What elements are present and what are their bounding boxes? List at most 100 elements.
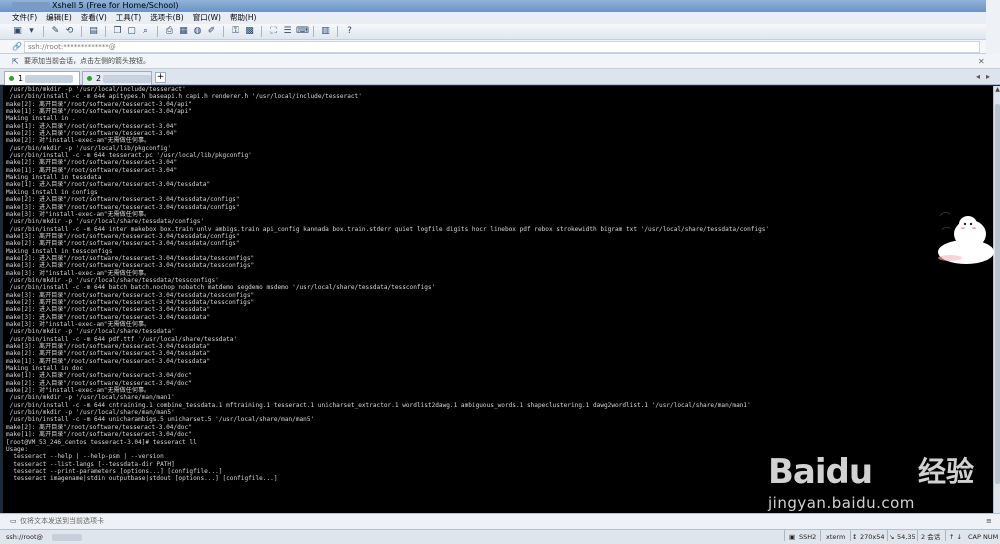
terminal-line: /usr/bin/mkdir -p '/usr/local/share/tess… xyxy=(6,218,205,226)
terminal-line: /usr/bin/mkdir -p '/usr/local/include/te… xyxy=(6,86,186,93)
layout-icon[interactable]: ▥ xyxy=(320,26,331,37)
status-connection: ssh://root@ xyxy=(6,533,43,541)
terminal-line: make[3]: 离开目录"/root/software/tesseract-3… xyxy=(6,291,255,299)
toolbar-divider xyxy=(105,26,106,37)
terminal-line: make[3]: 对"install-exec-am"无需做任何事。 xyxy=(6,269,151,277)
terminal-line: make[1]: 离开目录"/root/software/tesseract-3… xyxy=(6,357,211,365)
status-num: NUM xyxy=(983,533,999,541)
tab-label: 1 xyxy=(18,74,24,83)
toolbar-divider xyxy=(313,26,314,37)
status-divider xyxy=(945,530,946,541)
watermark-logo: Baidu xyxy=(768,452,873,492)
reconnect-icon[interactable]: ⟲ xyxy=(64,26,75,37)
add-tab-button[interactable]: + xyxy=(155,72,166,83)
lock-icon[interactable]: ▩ xyxy=(244,26,255,37)
connected-icon xyxy=(9,76,14,81)
terminal-line: /usr/bin/mkdir -p '/usr/local/share/man/… xyxy=(6,394,175,402)
scroll-up-icon[interactable]: ▲ xyxy=(994,86,1000,94)
terminal-line: /usr/bin/install -c -m 644 batch batch.n… xyxy=(6,284,436,292)
script-icon[interactable]: ✐ xyxy=(206,26,217,37)
fullscreen-icon[interactable]: ⛶ xyxy=(268,26,279,37)
compose-input[interactable]: 仅将文本发送到当前选项卡 xyxy=(20,514,104,529)
add-session-icon[interactable]: ⇱ xyxy=(12,54,19,69)
open-folder-icon[interactable]: ▾ xyxy=(26,26,37,37)
terminal-output: /usr/bin/mkdir -p '/usr/local/include/te… xyxy=(6,86,986,483)
copy-icon[interactable]: ❐ xyxy=(112,26,123,37)
terminal-line: make[1]: 离开目录"/root/software/tesseract-3… xyxy=(6,108,192,116)
terminal-line: /usr/bin/install -c -m 644 inter makebox… xyxy=(6,225,770,233)
key-icon[interactable]: ⚿ xyxy=(230,26,241,37)
window-title: Xshell 5 (Free for Home/School) xyxy=(52,1,179,10)
hint-text: 要添加当前会话，点击左侧的箭头按钮。 xyxy=(24,57,150,65)
link-icon: 🔗 xyxy=(12,42,22,51)
tab-next-icon[interactable]: ▸ xyxy=(986,72,990,81)
terminal-line: [root@VM_53_246_centos tesseract-3.04]# … xyxy=(6,438,197,446)
menu-window[interactable]: 窗口(W) xyxy=(193,12,221,24)
terminal-line: /usr/bin/install -c -m 644 cntraining.1 … xyxy=(6,401,751,409)
arrow-icon[interactable]: ↑ ↓ xyxy=(949,530,962,544)
status-caps: CAP xyxy=(968,533,981,541)
terminal-line: make[1]: 离开目录"/root/software/tesseract-3… xyxy=(6,431,192,439)
status-size: 270x54 xyxy=(860,533,885,541)
tab-bar: 1 2 + ◂ ▸ xyxy=(0,69,1000,85)
menu-view[interactable]: 查看(V) xyxy=(81,12,107,24)
terminal-line: make[2]: 离开目录"/root/software/tesseract-3… xyxy=(6,100,192,108)
properties-icon[interactable]: ▤ xyxy=(88,26,99,37)
toolbar-divider xyxy=(81,26,82,37)
title-redacted xyxy=(12,2,50,10)
tab-redacted xyxy=(103,75,151,83)
tab-session-2[interactable]: 2 xyxy=(82,71,152,85)
baidu-watermark: Baidu 经验 jingyan.baidu.com xyxy=(764,452,998,514)
status-divider xyxy=(917,530,918,541)
menu-tools[interactable]: 工具(T) xyxy=(116,12,141,24)
watermark-label: 经验 xyxy=(918,455,975,488)
terminal-line: /usr/bin/install -c -m 644 pdf.ttf '/usr… xyxy=(6,335,238,343)
terminal-line: /usr/bin/mkdir -p '/usr/local/share/man/… xyxy=(6,409,175,417)
menu-file[interactable]: 文件(F) xyxy=(12,12,37,24)
paste-icon[interactable]: ▢ xyxy=(126,26,137,37)
compose-menu-icon[interactable]: ≡ xyxy=(986,514,992,529)
status-divider xyxy=(820,530,821,541)
toolbar-divider xyxy=(261,26,262,37)
session-hint-bar: ⇱ 要添加当前会话，点击左侧的箭头按钮。 ✕ xyxy=(0,54,1000,69)
scroll-thumb[interactable] xyxy=(995,104,1000,484)
menu-help[interactable]: 帮助(H) xyxy=(230,12,257,24)
terminal-scrollbar[interactable]: ▲ xyxy=(993,86,1000,513)
toolbar-divider xyxy=(43,26,44,37)
session-list-icon[interactable]: ☰ xyxy=(282,26,293,37)
status-bar: ssh://root@ ▣ SSH2 xterm ↕ 270x54 ↘ 54,3… xyxy=(0,529,1000,544)
terminal-line: /usr/bin/mkdir -p '/usr/local/lib/pkgcon… xyxy=(6,144,172,152)
address-input[interactable]: ssh://root:*************@ xyxy=(24,41,980,53)
disconnect-icon[interactable]: ✎ xyxy=(50,26,61,37)
menu-tabs[interactable]: 选项卡(B) xyxy=(150,12,184,24)
tab-label: 2 xyxy=(96,74,102,83)
terminal-line: /usr/bin/mkdir -p '/usr/local/share/tess… xyxy=(6,276,219,284)
tab-session-1[interactable]: 1 xyxy=(4,71,80,85)
status-divider xyxy=(850,530,851,541)
terminal-line: make[3]: 对"install-exec-am"无需做任何事。 xyxy=(6,321,151,328)
terminal[interactable]: /usr/bin/mkdir -p '/usr/local/include/te… xyxy=(3,86,993,513)
help-icon[interactable]: ? xyxy=(344,26,355,37)
toolbar-divider xyxy=(157,26,158,37)
new-session-icon[interactable]: ▣ xyxy=(12,26,23,37)
terminal-line: make[1]: 进入目录"/root/software/tesseract-3… xyxy=(6,372,192,380)
terminal-line: /usr/bin/install -c -m 644 apitypes.h ba… xyxy=(6,93,362,101)
status-protocol: SSH2 xyxy=(799,533,817,541)
terminal-line: make[2]: 进入目录"/root/software/tesseract-3… xyxy=(6,196,240,204)
tab-redacted xyxy=(25,75,73,83)
toolbar-divider xyxy=(223,26,224,37)
menu-edit[interactable]: 编辑(E) xyxy=(46,12,72,24)
globe-icon[interactable]: ◍ xyxy=(192,26,203,37)
terminal-line: make[2]: 离开目录"/root/software/tesseract-3… xyxy=(6,240,240,248)
connected-icon xyxy=(87,76,92,81)
print-icon[interactable]: ⎙ xyxy=(164,26,175,37)
terminal-line: /usr/bin/install -c -m 644 unicharambigs… xyxy=(6,416,315,424)
cursor-icon: ↘ xyxy=(889,533,895,541)
close-icon[interactable]: ✕ xyxy=(978,54,985,69)
find-icon[interactable]: ⌕ xyxy=(140,26,151,37)
compose-icon[interactable]: ▭ xyxy=(10,514,17,529)
compose-icon[interactable]: ⌨ xyxy=(296,26,309,37)
transfer-icon[interactable]: ▦ xyxy=(178,26,189,37)
tab-prev-icon[interactable]: ◂ xyxy=(976,72,980,81)
status-divider xyxy=(784,530,785,541)
